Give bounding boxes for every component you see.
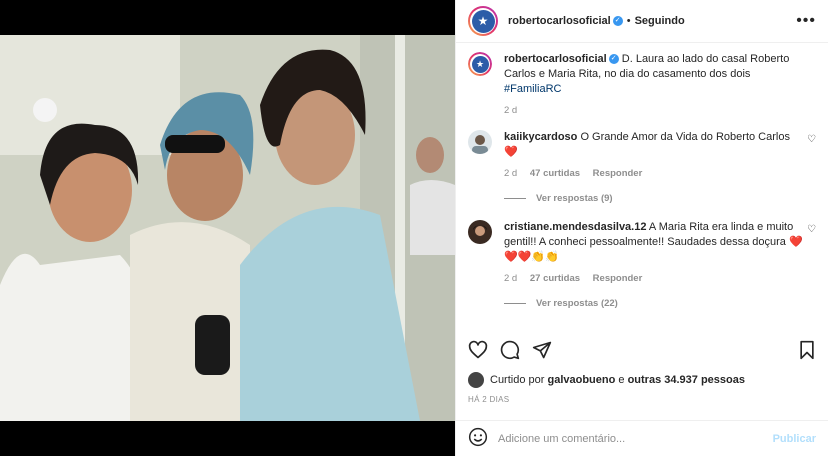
- view-replies-label: Ver respostas (22): [536, 298, 618, 309]
- caption: ★ robertocarlosoficial ✓ D. Laura ao lado…: [468, 52, 816, 116]
- comment-likes[interactable]: 47 curtidas: [530, 168, 580, 179]
- comment-username[interactable]: kaiikycardoso: [504, 131, 577, 143]
- likes-others-link[interactable]: outras 34.937 pessoas: [628, 374, 745, 386]
- separator-dot: •: [626, 15, 631, 27]
- likes-summary: Curtido por galvaobueno e outras 34.937 …: [468, 372, 745, 388]
- post-photo[interactable]: [0, 35, 455, 421]
- liker-username[interactable]: galvaobueno: [547, 374, 615, 386]
- following-button[interactable]: Seguindo: [635, 15, 685, 27]
- commenter-avatar[interactable]: [468, 130, 492, 154]
- publish-button[interactable]: Publicar: [773, 433, 816, 445]
- instagram-post: ★ robertocarlosoficial ✓ • Seguindo ••• …: [0, 0, 828, 456]
- post-header: ★ robertocarlosoficial ✓ • Seguindo •••: [456, 0, 828, 43]
- caption-time[interactable]: 2 d: [504, 105, 517, 116]
- action-bar: [468, 336, 816, 364]
- comments-list: ★ robertocarlosoficial ✓ D. Laura ao lado…: [468, 52, 816, 328]
- comment-input[interactable]: [498, 432, 773, 445]
- comment-like-heart-icon[interactable]: ♡: [807, 134, 816, 145]
- author-username[interactable]: robertocarlosoficial: [508, 15, 611, 27]
- add-comment-bar: Publicar: [456, 420, 828, 456]
- caption-avatar[interactable]: ★: [468, 52, 492, 76]
- avatar-photo: [468, 130, 492, 154]
- star-logo-icon: ★: [471, 9, 495, 33]
- photo-illustration: [0, 35, 455, 421]
- view-replies-label: Ver respostas (9): [536, 193, 613, 204]
- author-avatar[interactable]: ★: [468, 6, 498, 36]
- comment-time[interactable]: 2 d: [504, 168, 517, 179]
- avatar-photo: [468, 220, 492, 244]
- comment-meta: 2 d 47 curtidas Responder: [504, 168, 804, 179]
- comment-bubble-icon[interactable]: [500, 340, 520, 360]
- caption-username[interactable]: robertocarlosoficial: [504, 53, 607, 65]
- replies-divider: [504, 303, 526, 304]
- reply-button[interactable]: Responder: [593, 168, 643, 179]
- caption-text: robertocarlosoficial ✓ D. Laura ao lado d…: [504, 52, 804, 97]
- view-replies-button[interactable]: Ver respostas (22): [504, 298, 804, 309]
- comment-like-heart-icon[interactable]: ♡: [807, 224, 816, 235]
- reply-button[interactable]: Responder: [593, 273, 643, 284]
- comment-text: kaiikycardoso O Grande Amor da Vida do R…: [504, 130, 804, 160]
- share-paper-plane-icon[interactable]: [532, 340, 552, 360]
- save-bookmark-icon[interactable]: [798, 340, 816, 360]
- post-date[interactable]: HÁ 2 DIAS: [468, 395, 509, 404]
- view-replies-button[interactable]: Ver respostas (9): [504, 193, 804, 204]
- comment-username[interactable]: cristiane.mendesdasilva.12: [504, 221, 646, 233]
- comment-time[interactable]: 2 d: [504, 273, 517, 284]
- comment-text: cristiane.mendesdasilva.12 A Maria Rita …: [504, 220, 804, 265]
- verified-badge-icon: ✓: [608, 54, 619, 65]
- emoji-icon[interactable]: [468, 427, 488, 450]
- likes-prefix: Curtido por: [490, 374, 545, 386]
- post-media: [0, 0, 455, 456]
- liker-avatar[interactable]: [468, 372, 484, 388]
- comment-likes[interactable]: 27 curtidas: [530, 273, 580, 284]
- caption-meta: 2 d: [504, 105, 804, 116]
- verified-badge-icon: ✓: [612, 16, 623, 26]
- caption-hashtag[interactable]: #FamiliaRC: [504, 83, 561, 95]
- star-logo-icon: ★: [471, 55, 489, 73]
- comment-item: kaiikycardoso O Grande Amor da Vida do R…: [468, 130, 816, 204]
- likes-middle: e: [618, 374, 625, 386]
- like-heart-icon[interactable]: [468, 340, 488, 360]
- more-options-icon[interactable]: •••: [796, 12, 816, 30]
- comment-emoji-line: ❤️❤️👏👏: [504, 251, 559, 263]
- post-sidebar: ★ robertocarlosoficial ✓ • Seguindo ••• …: [455, 0, 828, 456]
- commenter-avatar[interactable]: [468, 220, 492, 244]
- comment-meta: 2 d 27 curtidas Responder: [504, 273, 804, 284]
- replies-divider: [504, 198, 526, 199]
- comment-item: cristiane.mendesdasilva.12 A Maria Rita …: [468, 220, 816, 309]
